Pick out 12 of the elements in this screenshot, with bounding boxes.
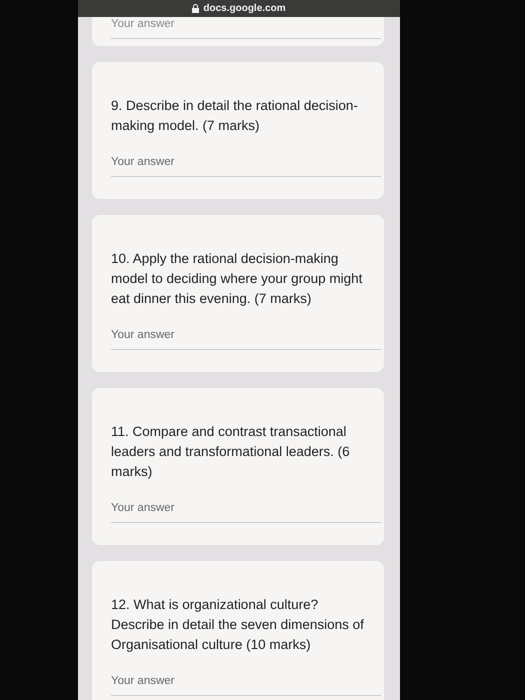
- answer-field[interactable]: Your answer: [111, 675, 381, 696]
- answer-field[interactable]: Your answer: [111, 156, 381, 177]
- question-text: 12. What is organizational culture? Describe in detail the seven dimensions of Organisational culture (10 marks): [111, 596, 365, 654]
- question-text: 9. Describe in detail the rational decision-making model. (7 marks): [111, 97, 359, 135]
- question-text: 11. Compare and contrast transactional leaders and transformational leaders. (6 marks): [111, 423, 351, 481]
- question-text: 10. Apply the rational decision-making model to deciding where your group might eat dinner this evening. (7 marks): [111, 250, 364, 308]
- address-bar[interactable]: docs.google.com: [78, 0, 400, 17]
- lock-icon: [192, 4, 200, 13]
- url-text: docs.google.com: [203, 3, 286, 14]
- answer-field[interactable]: Your answer: [111, 502, 381, 523]
- answer-field[interactable]: Your answer: [111, 18, 381, 39]
- answer-field[interactable]: Your answer: [111, 329, 381, 350]
